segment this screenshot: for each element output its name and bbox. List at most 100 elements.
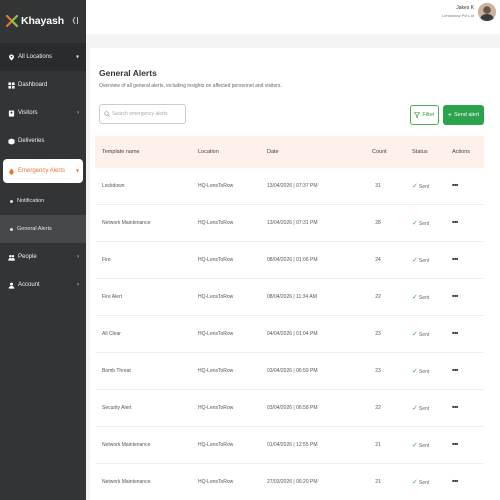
sidebar-item-dashboard[interactable]: Dashboard [0, 71, 86, 99]
khayash-logo-icon [5, 14, 19, 28]
status-badge: ✓Sent [412, 441, 429, 449]
location-cell: HQ-LensToRow [198, 183, 234, 189]
table-row[interactable]: Fire Alert HQ-LensToRow 08/04/2026 | 11:34… [95, 279, 484, 316]
count-cell: 22 [375, 294, 381, 300]
user-name: Jakes K [456, 5, 474, 11]
sidebar-item-deliveries[interactable]: Deliveries [0, 127, 86, 155]
count-cell: 24 [375, 257, 381, 263]
chevron-right-icon: › [77, 110, 79, 116]
sidebar-item-label: People [18, 254, 37, 260]
status-label: Sent [418, 480, 430, 486]
sidebar-item-label: Dashboard [18, 82, 48, 88]
date-cell: 03/04/2026 | 06:58 PM [267, 405, 318, 411]
filter-icon [414, 112, 421, 118]
more-actions-icon[interactable]: ••• [452, 442, 458, 449]
chevron-down-icon: ▾ [75, 168, 79, 175]
template-name: Network Maintenance [102, 220, 151, 226]
check-icon: ✓ [412, 183, 418, 190]
status-label: Sent [418, 295, 430, 301]
visitors-icon [7, 109, 15, 117]
search-input[interactable] [112, 111, 182, 117]
top-header: Jakes K Lenstorow Pvt Ltd [86, 0, 500, 34]
avatar-photo-icon [478, 3, 496, 21]
table-row[interactable]: Network Maintenance HQ-LensToRow 27/03/202… [95, 464, 484, 500]
count-cell: 22 [375, 405, 381, 411]
more-actions-icon[interactable]: ••• [452, 405, 458, 412]
count-cell: 21 [375, 442, 381, 448]
check-icon: ✓ [412, 442, 418, 449]
table-row[interactable]: Lockdown HQ-LensToRow 13/04/2026 | 07:37 P… [95, 168, 484, 205]
location-cell: HQ-LensToRow [198, 368, 234, 374]
status-badge: ✓Sent [412, 478, 429, 486]
status-label: Sent [418, 369, 430, 375]
more-actions-icon[interactable]: ••• [452, 183, 458, 190]
table-row[interactable]: Network Maintenance HQ-LensToRow 13/04/202… [95, 205, 484, 242]
count-cell: 23 [375, 331, 381, 337]
date-cell: 08/04/2026 | 01:06 PM [267, 257, 318, 263]
date-cell: 13/04/2026 | 07:37 PM [267, 183, 318, 189]
template-name: Fire Alert [102, 294, 123, 300]
table-row[interactable]: Security Alert HQ-LensToRow 03/04/2026 | 0… [95, 390, 484, 427]
location-cell: HQ-LensToRow [198, 331, 234, 337]
column-header: Count [372, 149, 387, 155]
filter-button[interactable]: Filter [410, 105, 439, 125]
deliveries-icon [7, 137, 15, 145]
location-pin-icon [7, 53, 15, 61]
table-row[interactable]: Network Maintenance HQ-LensToRow 01/04/202… [95, 427, 484, 464]
column-header: Location [198, 149, 219, 155]
status-badge: ✓Sent [412, 256, 429, 264]
sidebar-item-label: Account [18, 282, 40, 288]
table-body: Lockdown HQ-LensToRow 13/04/2026 | 07:37 P… [95, 168, 484, 500]
sidebar-item-people[interactable]: People › [0, 243, 86, 271]
sidebar-item-account[interactable]: Account › [0, 271, 86, 299]
table-header-row: Template name Location Date Count Status… [95, 136, 484, 168]
table-row[interactable]: All Clear HQ-LensToRow 04/04/2026 | 01:04 … [95, 316, 484, 353]
more-actions-icon[interactable]: ••• [452, 479, 458, 486]
table-row[interactable]: Bomb Threat HQ-LensToRow 03/04/2026 | 06:5… [95, 353, 484, 390]
send-alert-label: Send alert [454, 112, 480, 118]
brand-logo[interactable]: Khayash [5, 10, 64, 32]
dashboard-icon [7, 81, 15, 89]
more-actions-icon[interactable]: ••• [452, 368, 458, 375]
sidebar-item-label: Deliveries [18, 138, 45, 144]
more-actions-icon[interactable]: ••• [452, 257, 458, 264]
location-cell: HQ-LensToRow [198, 257, 234, 263]
status-badge: ✓Sent [412, 219, 429, 227]
status-label: Sent [418, 332, 430, 338]
more-actions-icon[interactable]: ••• [452, 220, 458, 227]
count-cell: 21 [375, 479, 381, 485]
template-name: Network Maintenance [102, 442, 151, 448]
collapse-sidebar-icon[interactable] [72, 16, 81, 25]
location-cell: HQ-LensToRow [198, 220, 234, 226]
status-badge: ✓Sent [412, 367, 429, 375]
check-icon: ✓ [412, 220, 418, 227]
sidebar-subitem-general-alerts[interactable]: General Alerts [0, 215, 86, 243]
table-row[interactable]: Fire HQ-LensToRow 08/04/2026 | 01:06 PM 24 ✓… [95, 242, 484, 279]
location-cell: HQ-LensToRow [198, 294, 234, 300]
page-subtitle: Overview of all general alerts, includin… [99, 83, 282, 89]
status-label: Sent [418, 443, 430, 449]
sidebar-subitem-notification[interactable]: Notification [0, 187, 86, 215]
account-icon [7, 281, 15, 289]
template-name: Bomb Threat [102, 368, 131, 374]
page-title: General Alerts [99, 68, 157, 78]
location-cell: HQ-LensToRow [198, 479, 234, 485]
column-header: Actions [452, 149, 471, 155]
sidebar-item-visitors[interactable]: Visitors › [0, 99, 86, 127]
sidebar-subitem-label: General Alerts [17, 226, 52, 232]
column-header: Status [412, 149, 428, 155]
sidebar-subitem-label: Notification [17, 198, 45, 204]
send-alert-button[interactable]: + Send alert [443, 105, 484, 125]
more-actions-icon[interactable]: ••• [452, 331, 458, 338]
avatar[interactable] [478, 3, 496, 21]
more-actions-icon[interactable]: ••• [452, 294, 458, 301]
status-label: Sent [418, 221, 430, 227]
location-selector[interactable]: All Locations ▾ [0, 43, 86, 71]
check-icon: ✓ [412, 257, 418, 264]
search-box[interactable] [99, 104, 186, 124]
sidebar-item-emergency-alerts[interactable]: Emergency Alerts ▾ [3, 159, 83, 183]
status-label: Sent [418, 184, 430, 190]
status-badge: ✓Sent [412, 330, 429, 338]
template-name: All Clear [102, 331, 121, 337]
filter-label: Filter [422, 112, 435, 118]
